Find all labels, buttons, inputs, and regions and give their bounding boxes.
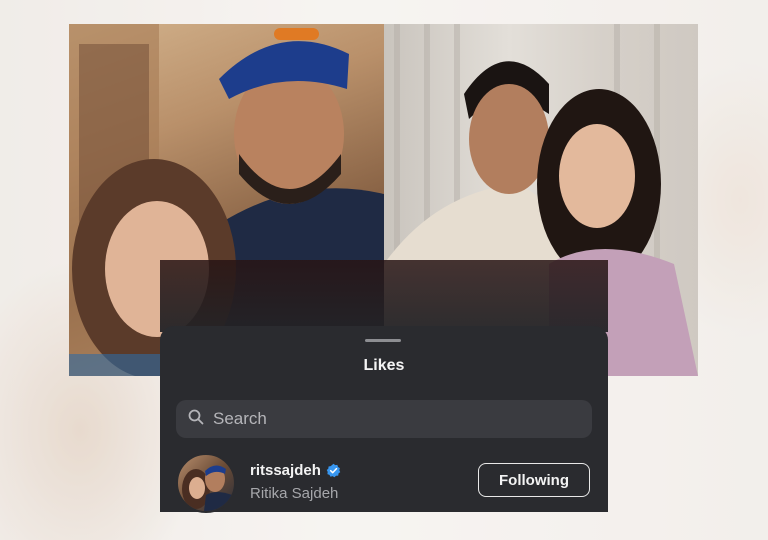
full-name: Ritika Sajdeh	[250, 485, 339, 502]
sheet-title: Likes	[363, 357, 405, 374]
search-icon	[188, 409, 204, 430]
sheet-drag-handle[interactable]	[365, 339, 401, 342]
search-input[interactable]	[213, 409, 573, 429]
likes-sheet: Likes ritssajdeh Riti	[160, 326, 608, 513]
search-bar[interactable]	[176, 400, 592, 438]
verified-badge-icon	[326, 463, 341, 478]
username-text: ritssajdeh	[250, 462, 321, 479]
avatar-image	[182, 465, 232, 511]
avatar[interactable]	[176, 453, 236, 513]
following-button[interactable]: Following	[478, 463, 590, 497]
video-preview-strip	[160, 260, 608, 332]
username[interactable]: ritssajdeh	[250, 462, 341, 479]
list-item[interactable]: ritssajdeh Ritika Sajdeh Following	[176, 450, 592, 513]
